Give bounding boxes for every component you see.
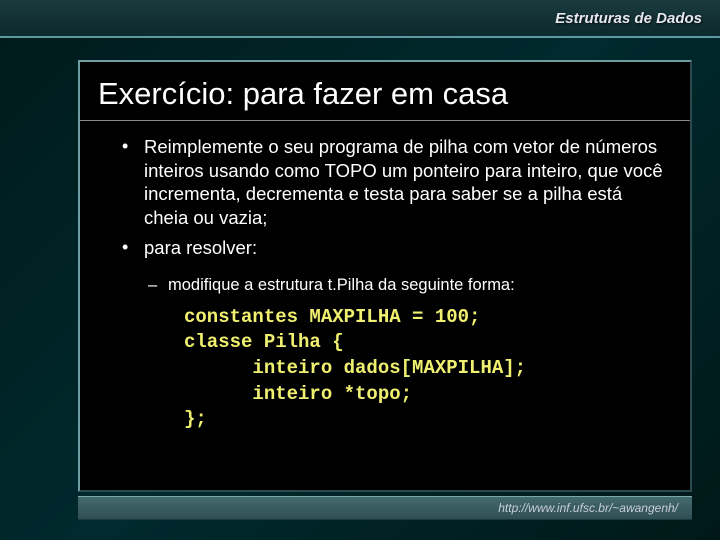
footer-url: http://www.inf.ufsc.br/~awangenh/ <box>498 501 678 515</box>
header-bar: Estruturas de Dados <box>0 0 720 38</box>
bullet-item: para resolver: <box>122 236 670 260</box>
bullet-item: Reimplemente o seu programa de pilha com… <box>122 135 670 230</box>
slide-body: Reimplemente o seu programa de pilha com… <box>80 135 690 433</box>
slide-title: Exercício: para fazer em casa <box>80 62 690 121</box>
bullet-sub-item: modifique a estrutura t.Pilha da seguint… <box>122 275 670 296</box>
slide-frame: Exercício: para fazer em casa Reimplemen… <box>78 60 692 492</box>
code-block: constantes MAXPILHA = 100; classe Pilha … <box>122 305 670 433</box>
footer-bar: http://www.inf.ufsc.br/~awangenh/ <box>78 496 692 520</box>
course-title: Estruturas de Dados <box>555 10 702 27</box>
